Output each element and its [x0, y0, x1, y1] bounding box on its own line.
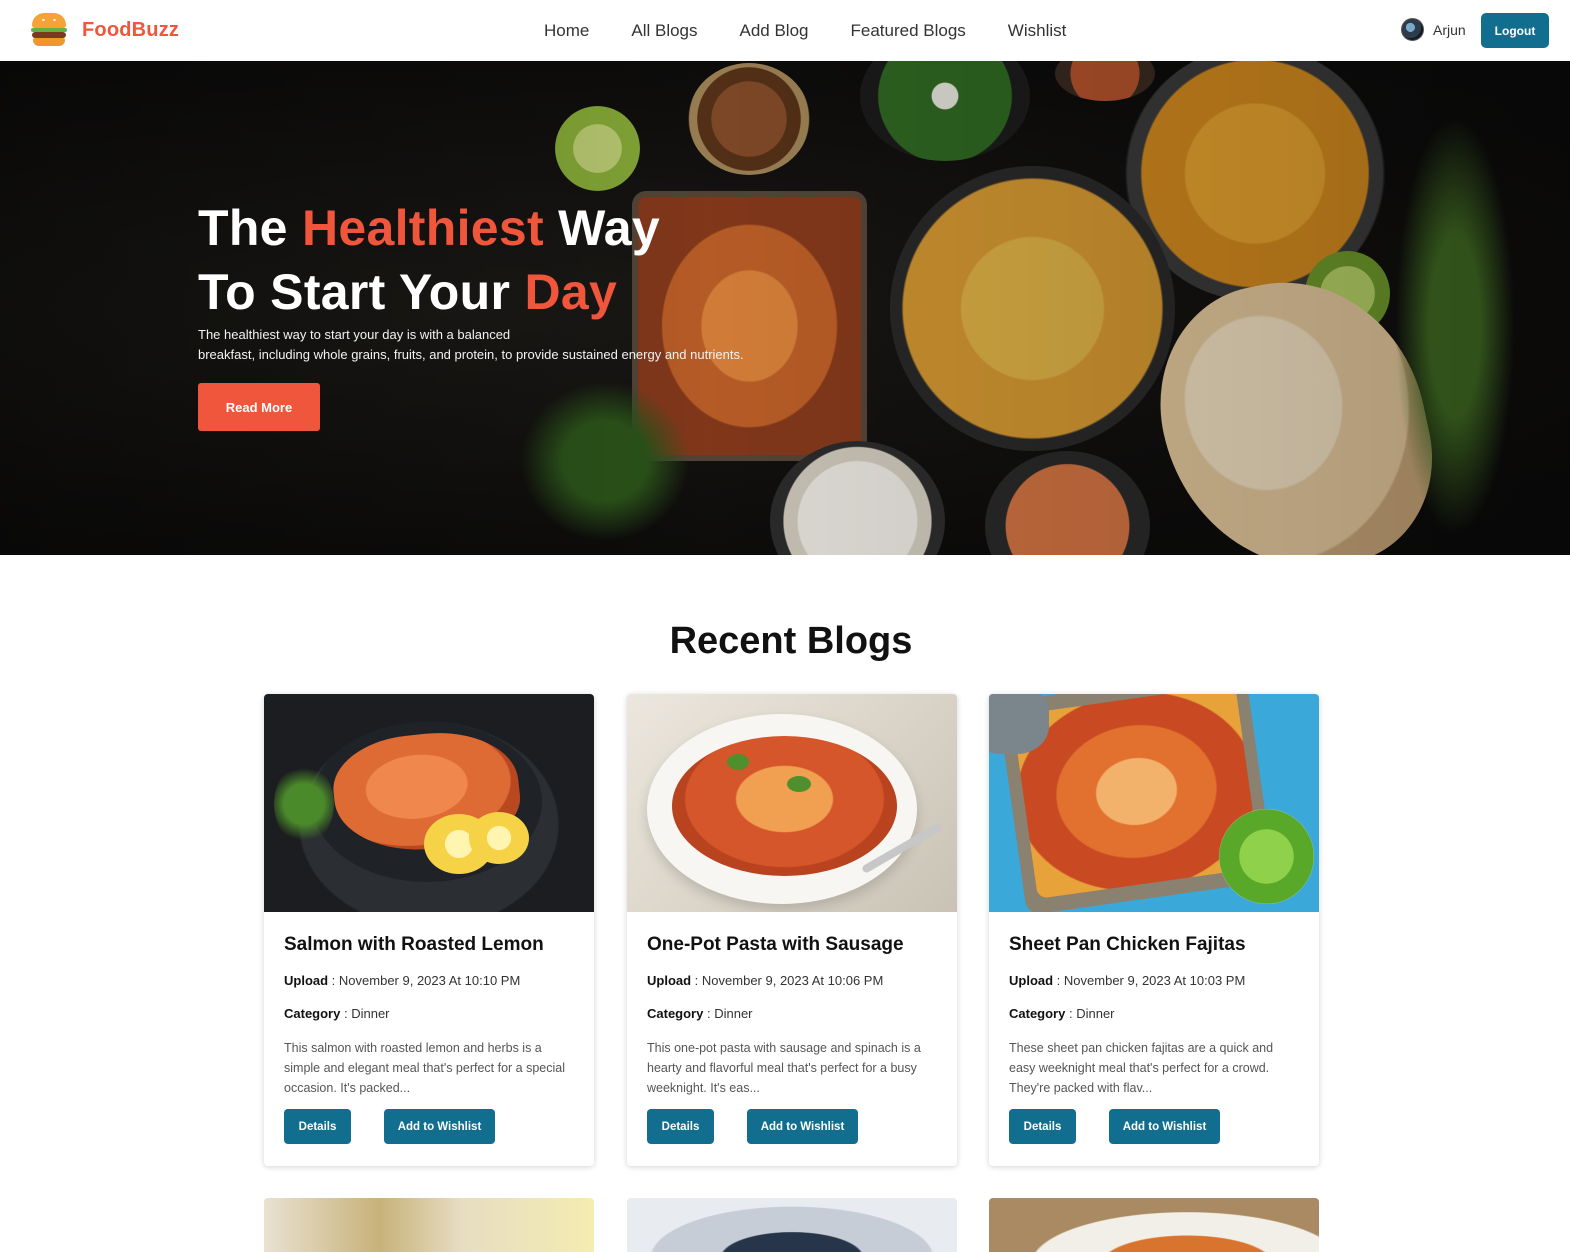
blog-card-upload: Upload : November 9, 2023 At 10:10 PM: [284, 973, 521, 988]
blog-card-image[interactable]: [627, 1198, 957, 1252]
section-title: Recent Blogs: [669, 620, 913, 662]
user-name: Arjun: [1433, 21, 1466, 38]
read-more-button[interactable]: Read More: [198, 383, 320, 431]
blog-card-image[interactable]: [989, 694, 1319, 912]
user-menu[interactable]: Arjun: [1401, 18, 1466, 41]
blog-card-excerpt: These sheet pan chicken fajitas are a qu…: [1009, 1041, 1274, 1095]
main-nav: Home All Blogs Add Blog Featured Blogs W…: [544, 0, 1108, 61]
nav-all-blogs[interactable]: All Blogs: [631, 21, 697, 41]
hero-banner: The Healthiest Way To Start Your Day The…: [0, 61, 1570, 555]
add-to-wishlist-button[interactable]: Add to Wishlist: [1109, 1109, 1220, 1144]
blog-card: One-Pot Pasta with Sausage Upload : Nove…: [627, 694, 957, 1166]
add-to-wishlist-button[interactable]: Add to Wishlist: [384, 1109, 495, 1144]
blog-card-title[interactable]: Salmon with Roasted Lemon: [284, 934, 544, 956]
details-button[interactable]: Details: [647, 1109, 714, 1144]
details-button[interactable]: Details: [1009, 1109, 1076, 1144]
details-button[interactable]: Details: [284, 1109, 351, 1144]
hero-title: The Healthiest Way To Start Your Day: [198, 200, 660, 320]
burger-icon: [31, 13, 67, 47]
nav-add-blog[interactable]: Add Blog: [740, 21, 809, 41]
blog-card-title[interactable]: One-Pot Pasta with Sausage: [647, 934, 904, 956]
brand-logo[interactable]: FoodBuzz: [31, 13, 179, 47]
brand-name: FoodBuzz: [82, 18, 180, 41]
avatar[interactable]: [1401, 18, 1424, 41]
nav-home[interactable]: Home: [544, 21, 589, 41]
blog-card-image[interactable]: [989, 1198, 1319, 1252]
blog-card-title[interactable]: Sheet Pan Chicken Fajitas: [1009, 934, 1246, 956]
nav-featured-blogs[interactable]: Featured Blogs: [851, 21, 966, 41]
blog-card-category: Category : Dinner: [647, 1006, 753, 1021]
add-to-wishlist-button[interactable]: Add to Wishlist: [747, 1109, 858, 1144]
blog-card-image[interactable]: [264, 1198, 594, 1252]
blog-card-category: Category : Dinner: [1009, 1006, 1115, 1021]
blog-card: Salmon with Roasted Lemon Upload : Novem…: [264, 694, 594, 1166]
blog-card-image[interactable]: [264, 694, 594, 912]
logout-button[interactable]: Logout: [1481, 13, 1549, 48]
blog-card-upload: Upload : November 9, 2023 At 10:03 PM: [1009, 973, 1246, 988]
blog-card-image[interactable]: [627, 694, 957, 912]
navbar: FoodBuzz Home All Blogs Add Blog Feature…: [0, 0, 1570, 61]
blog-card-excerpt: This one-pot pasta with sausage and spin…: [647, 1041, 921, 1095]
blog-card-category: Category : Dinner: [284, 1006, 390, 1021]
nav-wishlist[interactable]: Wishlist: [1008, 21, 1067, 41]
hero-description: The healthiest way to start your day is …: [198, 327, 744, 362]
blog-card-upload: Upload : November 9, 2023 At 10:06 PM: [647, 973, 884, 988]
blog-card-excerpt: This salmon with roasted lemon and herbs…: [284, 1041, 566, 1095]
blog-card: Sheet Pan Chicken Fajitas Upload : Novem…: [989, 694, 1319, 1166]
